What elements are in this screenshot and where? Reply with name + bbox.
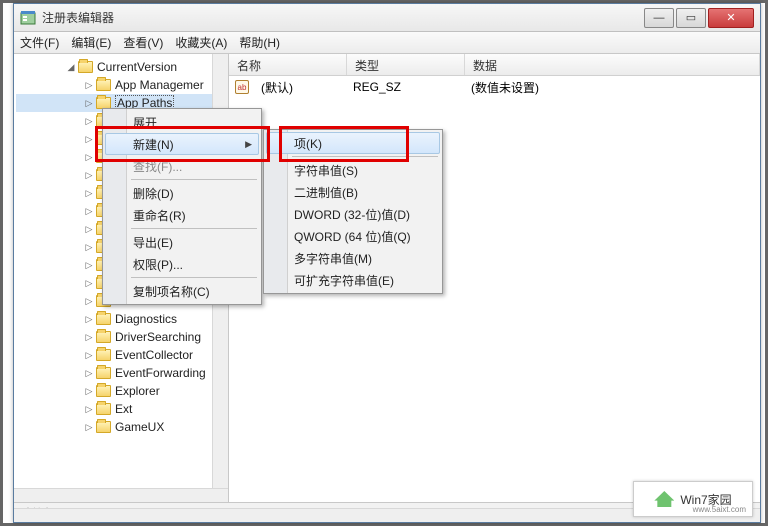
list-header: 名称 类型 数据 — [229, 54, 760, 76]
watermark-icon — [654, 491, 674, 507]
menu-item[interactable]: DWORD (32-位)值(D) — [266, 203, 440, 225]
expand-icon[interactable]: ▷ — [84, 134, 94, 144]
folder-icon — [96, 403, 111, 415]
list-row-default[interactable]: ab (默认) REG_SZ (数值未设置) — [229, 78, 760, 96]
menu-view[interactable]: 查看(V) — [123, 34, 163, 51]
menu-item[interactable]: 字符串值(S) — [266, 159, 440, 181]
tree-node[interactable]: ▷DriverSearching — [16, 328, 226, 346]
tree-node[interactable]: ▷Diagnostics — [16, 310, 226, 328]
menu-file[interactable]: 文件(F) — [20, 34, 59, 51]
menu-item[interactable]: 权限(P)... — [105, 253, 259, 275]
menu-separator — [131, 277, 257, 278]
expand-icon[interactable]: ▷ — [84, 404, 94, 414]
expand-icon[interactable]: ▷ — [84, 116, 94, 126]
close-button[interactable]: ✕ — [708, 8, 754, 28]
column-name[interactable]: 名称 — [229, 54, 347, 75]
folder-icon — [78, 61, 93, 73]
menu-item[interactable]: 多字符串值(M) — [266, 247, 440, 269]
menu-separator — [131, 179, 257, 180]
tree-node-currentversion[interactable]: ◢ CurrentVersion — [16, 58, 226, 76]
tree-node[interactable]: ▷GameUX — [16, 418, 226, 436]
menubar: 文件(F) 编辑(E) 查看(V) 收藏夹(A) 帮助(H) — [14, 32, 760, 54]
folder-icon — [96, 421, 111, 433]
folder-icon — [96, 385, 111, 397]
expand-icon[interactable]: ▷ — [84, 188, 94, 198]
collapse-icon[interactable]: ◢ — [66, 62, 76, 72]
expand-icon[interactable]: ▷ — [84, 80, 94, 90]
menu-favorites[interactable]: 收藏夹(A) — [175, 34, 227, 51]
tree-node[interactable]: ▷EventCollector — [16, 346, 226, 364]
expand-icon[interactable]: ▷ — [84, 170, 94, 180]
menu-separator — [292, 156, 438, 157]
minimize-button[interactable]: — — [644, 8, 674, 28]
menu-item[interactable]: 查找(F)... — [105, 155, 259, 177]
value-data: (数值未设置) — [463, 79, 547, 96]
folder-icon — [96, 367, 111, 379]
column-data[interactable]: 数据 — [465, 54, 760, 75]
submenu-arrow-icon: ▶ — [245, 139, 252, 150]
value-name: (默认) — [253, 79, 345, 96]
tree-node[interactable]: ▷EventForwarding — [16, 364, 226, 382]
window-title: 注册表编辑器 — [42, 9, 644, 26]
string-value-icon: ab — [235, 80, 249, 94]
expand-icon[interactable]: ▷ — [84, 98, 94, 108]
menu-item[interactable]: 复制项名称(C) — [105, 280, 259, 302]
expand-icon[interactable]: ▷ — [84, 314, 94, 324]
menu-edit[interactable]: 编辑(E) — [71, 34, 111, 51]
window-controls: — ▭ ✕ — [644, 8, 754, 28]
folder-icon — [96, 313, 111, 325]
folder-icon — [96, 331, 111, 343]
expand-icon[interactable]: ▷ — [84, 278, 94, 288]
menu-item[interactable]: QWORD (64 位)值(Q) — [266, 225, 440, 247]
maximize-button[interactable]: ▭ — [676, 8, 706, 28]
expand-icon[interactable]: ▷ — [84, 152, 94, 162]
value-type: REG_SZ — [345, 80, 463, 94]
expand-icon[interactable]: ▷ — [84, 260, 94, 270]
menu-item[interactable]: 导出(E) — [105, 231, 259, 253]
menu-item[interactable]: 项(K) — [266, 132, 440, 154]
tree-node[interactable]: ▷Ext — [16, 400, 226, 418]
expand-icon[interactable]: ▷ — [84, 422, 94, 432]
expand-icon[interactable]: ▷ — [84, 350, 94, 360]
expand-icon[interactable]: ▷ — [84, 332, 94, 342]
menu-item[interactable]: 二进制值(B) — [266, 181, 440, 203]
menu-item[interactable]: 新建(N)▶ — [105, 133, 259, 155]
context-menu: 展开新建(N)▶查找(F)... 删除(D)重命名(R) 导出(E)权限(P)...… — [102, 108, 262, 305]
menu-item[interactable]: 可扩充字符串值(E) — [266, 269, 440, 291]
new-submenu: 项(K) 字符串值(S)二进制值(B)DWORD (32-位)值(D)QWORD … — [263, 129, 443, 294]
menu-item[interactable]: 删除(D) — [105, 182, 259, 204]
app-icon — [20, 10, 36, 26]
watermark-url: www.5aixt.com — [693, 505, 746, 514]
expand-icon[interactable]: ▷ — [84, 206, 94, 216]
expand-icon[interactable]: ▷ — [84, 386, 94, 396]
menu-item[interactable]: 重命名(R) — [105, 204, 259, 226]
tree-horizontal-scrollbar[interactable] — [14, 488, 228, 502]
expand-icon[interactable]: ▷ — [84, 242, 94, 252]
expand-icon[interactable]: ▷ — [84, 368, 94, 378]
menu-help[interactable]: 帮助(H) — [239, 34, 280, 51]
menu-separator — [131, 228, 257, 229]
menu-item[interactable]: 展开 — [105, 111, 259, 133]
folder-icon — [96, 79, 111, 91]
column-type[interactable]: 类型 — [347, 54, 465, 75]
expand-icon[interactable]: ▷ — [84, 224, 94, 234]
expand-icon[interactable]: ▷ — [84, 296, 94, 306]
tree-node[interactable]: ▷App Managemer — [16, 76, 226, 94]
folder-icon — [96, 349, 111, 361]
tree-node[interactable]: ▷Explorer — [16, 382, 226, 400]
watermark: Win7家园 www.5aixt.com — [633, 481, 753, 517]
titlebar[interactable]: 注册表编辑器 — ▭ ✕ — [14, 4, 760, 32]
